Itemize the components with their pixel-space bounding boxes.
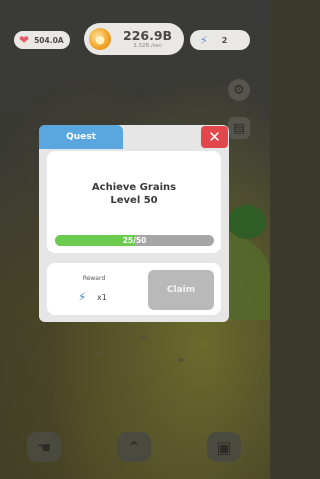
quest-title-line2: Level 50 (110, 195, 158, 206)
chevrons-up-icon: ⌃ (127, 437, 141, 457)
coins-value: 226.9B (123, 28, 173, 43)
reward-quantity: x1 (97, 293, 107, 302)
quest-progress-bar: 25/50 (55, 235, 214, 246)
tasks-button[interactable]: ▤ (228, 117, 250, 139)
lightning-icon: ⚡ (78, 290, 87, 304)
gear-icon: ⚙ (233, 82, 245, 98)
coins-counter: ● 226.9B 3.32B /sec (84, 23, 184, 55)
hearts-value: 504.0A (34, 35, 64, 45)
quest-title: Achieve Grains Level 50 (47, 181, 221, 207)
progress-text: 25/50 (122, 236, 147, 245)
lightning-icon: ⚡ (200, 33, 208, 47)
claim-button[interactable]: Claim (148, 270, 214, 310)
rock (178, 358, 184, 362)
coin-rate: 3.32B /sec (133, 43, 162, 49)
quest-task-card: Achieve Grains Level 50 25/50 (47, 151, 221, 253)
hand-icon: ☚ (36, 437, 52, 457)
rock (140, 336, 146, 340)
hearts-counter: ❤ 504.0A (14, 31, 70, 49)
reward-card: Reward ⚡ x1 Claim (47, 263, 221, 315)
heart-icon: ❤ (19, 33, 30, 47)
energy-value: 2 (221, 35, 228, 45)
rock (96, 352, 102, 356)
clipboard-icon: ▤ (232, 120, 246, 136)
quest-title-line1: Achieve Grains (91, 182, 177, 193)
reward-label: Reward (82, 275, 106, 282)
settings-button[interactable]: ⚙ (228, 79, 250, 101)
nav-button-left[interactable]: ☚ (27, 432, 61, 462)
close-icon: ✕ (208, 128, 221, 146)
tree (228, 205, 266, 239)
nav-button-shop[interactable]: ▣ (207, 432, 241, 462)
coin-icon: ● (89, 28, 111, 50)
nav-button-upgrade[interactable]: ⌃ (117, 432, 151, 462)
close-button[interactable]: ✕ (201, 126, 228, 148)
shop-bag-icon: ▣ (216, 437, 232, 457)
energy-counter: ⚡ 2 (190, 30, 250, 50)
quest-tab[interactable]: Quest (39, 125, 123, 149)
